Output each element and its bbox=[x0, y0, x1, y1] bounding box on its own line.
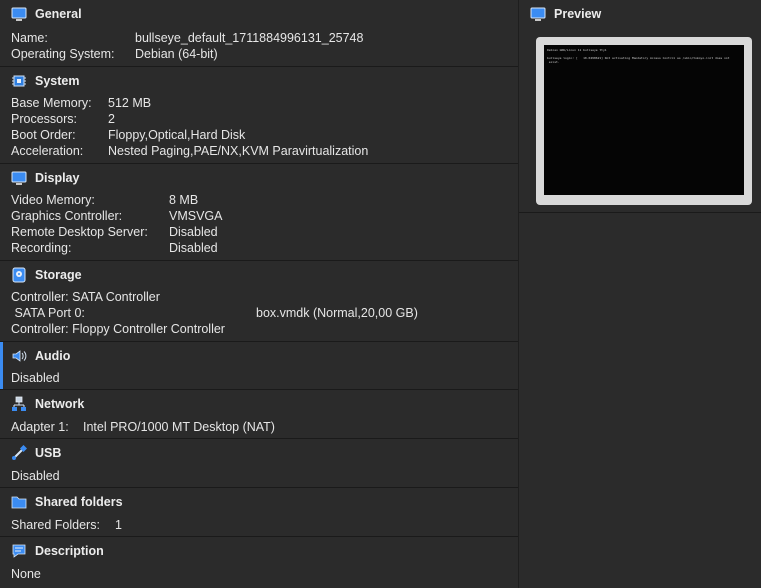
section-title: USB bbox=[35, 446, 62, 460]
shared-folders-section: Shared folders Shared Folders: 1 bbox=[0, 488, 518, 537]
shared-folders-value: 1 bbox=[115, 518, 122, 532]
vm-screen-preview[interactable]: Debian GNU/Linux 11 bullseye tty1 bullse… bbox=[544, 45, 744, 195]
recording-label: Recording: bbox=[11, 241, 72, 255]
description-header[interactable]: Description bbox=[11, 543, 104, 559]
console-line: bullseye login: [ 10.0498621] Not activa… bbox=[547, 56, 730, 60]
section-title: General bbox=[35, 7, 82, 21]
general-header[interactable]: General bbox=[11, 6, 82, 22]
acceleration-value: Nested Paging,PAE/NX,KVM Paravirtualizat… bbox=[108, 144, 369, 158]
preview-header[interactable]: Preview bbox=[530, 6, 601, 22]
video-memory-value: 8 MB bbox=[169, 193, 199, 207]
sata-port-value[interactable]: box.vmdk (Normal,20,00 GB) bbox=[256, 305, 418, 321]
recording-value: Disabled bbox=[169, 241, 218, 255]
section-title: Network bbox=[35, 397, 85, 411]
section-title: Preview bbox=[554, 7, 602, 21]
network-section: Network Adapter 1: Intel PRO/1000 MT Des… bbox=[0, 390, 518, 439]
usb-value: Disabled bbox=[11, 469, 60, 483]
usb-icon bbox=[12, 445, 27, 460]
base-memory-value: 512 MB bbox=[108, 96, 152, 110]
preview-filler bbox=[519, 213, 761, 588]
preview-frame: Debian GNU/Linux 11 bullseye tty1 bullse… bbox=[536, 37, 752, 205]
sata-controller-row: Controller: SATA Controller bbox=[11, 290, 160, 304]
monitor-icon bbox=[11, 171, 27, 185]
system-header[interactable]: System bbox=[11, 73, 79, 89]
network-icon bbox=[12, 396, 26, 411]
usb-section: USB Disabled bbox=[0, 439, 518, 488]
section-title: Audio bbox=[35, 349, 71, 363]
details-pane: General Name: bullseye_default_171188499… bbox=[0, 0, 518, 588]
audio-section: Audio Disabled bbox=[0, 342, 518, 390]
graphics-controller-label: Graphics Controller: bbox=[11, 209, 123, 223]
preview-pane: Preview Debian GNU/Linux 11 bullseye tty… bbox=[519, 0, 761, 588]
hard-disk-icon bbox=[12, 267, 26, 283]
sata-port-label: SATA Port 0: bbox=[11, 306, 85, 320]
name-label: Name: bbox=[11, 31, 48, 45]
preview-section: Preview Debian GNU/Linux 11 bullseye tty… bbox=[519, 0, 761, 213]
speech-bubble-icon bbox=[12, 544, 26, 558]
adapter-value: Intel PRO/1000 MT Desktop (NAT) bbox=[83, 420, 275, 434]
processors-value: 2 bbox=[108, 112, 115, 126]
boot-order-label: Boot Order: bbox=[11, 128, 76, 142]
monitor-icon bbox=[11, 7, 27, 21]
remote-desktop-label: Remote Desktop Server: bbox=[11, 225, 148, 239]
display-header[interactable]: Display bbox=[11, 170, 79, 186]
acceleration-label: Acceleration: bbox=[11, 144, 84, 158]
display-section: Display Video Memory: 8 MB Graphics Cont… bbox=[0, 164, 518, 261]
console-line: exist. bbox=[547, 60, 560, 64]
selection-accent bbox=[0, 342, 3, 389]
adapter-label: Adapter 1: bbox=[11, 420, 69, 434]
os-label: Operating System: bbox=[11, 47, 115, 61]
speaker-icon bbox=[12, 350, 27, 362]
network-header[interactable]: Network bbox=[11, 396, 84, 412]
section-title: Description bbox=[35, 544, 104, 558]
general-section: General Name: bullseye_default_171188499… bbox=[0, 0, 518, 67]
section-title: Display bbox=[35, 171, 80, 185]
console-line: Debian GNU/Linux 11 bullseye tty1 bbox=[547, 48, 607, 52]
chip-icon bbox=[12, 75, 26, 87]
description-value: None bbox=[11, 567, 41, 581]
section-title: Shared folders bbox=[35, 495, 123, 509]
usb-header[interactable]: USB bbox=[11, 445, 61, 461]
section-title: Storage bbox=[35, 268, 82, 282]
storage-header[interactable]: Storage bbox=[11, 267, 82, 283]
processors-label: Processors: bbox=[11, 112, 77, 126]
monitor-icon bbox=[530, 7, 546, 21]
video-memory-label: Video Memory: bbox=[11, 193, 95, 207]
shared-folders-header[interactable]: Shared folders bbox=[11, 494, 123, 510]
description-section: Description None bbox=[0, 537, 518, 588]
remote-desktop-value: Disabled bbox=[169, 225, 218, 239]
folder-icon bbox=[11, 496, 27, 509]
audio-header[interactable]: Audio bbox=[11, 348, 70, 364]
graphics-controller-value: VMSVGA bbox=[169, 209, 223, 223]
section-title: System bbox=[35, 74, 80, 88]
os-value: Debian (64-bit) bbox=[135, 47, 218, 61]
boot-order-value: Floppy,Optical,Hard Disk bbox=[108, 128, 246, 142]
audio-value: Disabled bbox=[11, 371, 60, 385]
storage-section: Storage Controller: SATA Controller SATA… bbox=[0, 261, 518, 342]
floppy-controller-row: Controller: Floppy Controller Controller bbox=[11, 322, 225, 336]
name-value: bullseye_default_1711884996131_25748 bbox=[135, 31, 364, 45]
shared-folders-label: Shared Folders: bbox=[11, 518, 100, 532]
base-memory-label: Base Memory: bbox=[11, 96, 92, 110]
system-section: System Base Memory: 512 MB Processors: 2… bbox=[0, 67, 518, 164]
